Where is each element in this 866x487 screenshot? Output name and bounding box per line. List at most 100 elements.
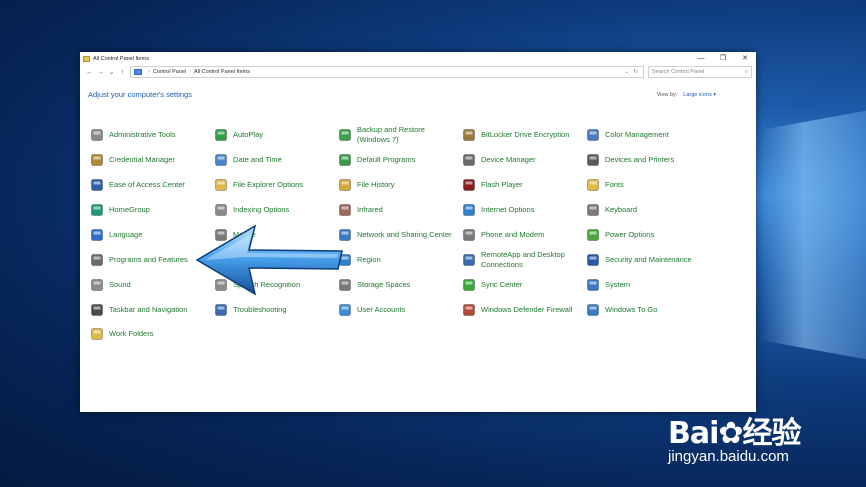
- item-label: File Explorer Options: [233, 180, 304, 189]
- programs-features-icon: [89, 253, 104, 268]
- item-label: Sync Center: [481, 280, 523, 289]
- item-label: Keyboard: [605, 205, 638, 214]
- control-panel-item[interactable]: Keyboard: [585, 198, 705, 222]
- control-panel-item[interactable]: Internet Options: [461, 198, 581, 222]
- item-label: Internet Options: [481, 205, 535, 214]
- view-by-label: View by:: [656, 91, 678, 98]
- search-input[interactable]: Search Control Panel ⌕: [648, 66, 752, 78]
- search-icon[interactable]: ⌕: [745, 69, 748, 76]
- item-label: Security and Maintenance: [605, 255, 692, 264]
- page-title: Adjust your computer's settings: [88, 90, 192, 99]
- control-panel-item[interactable]: Taskbar and Navigation: [89, 298, 209, 322]
- item-label: Taskbar and Navigation: [109, 305, 188, 314]
- item-label: User Accounts: [357, 305, 406, 314]
- credential-manager-icon: [89, 153, 104, 168]
- control-panel-item[interactable]: Device Manager: [461, 148, 581, 172]
- control-panel-item[interactable]: HomeGroup: [89, 198, 209, 222]
- control-panel-item[interactable]: Flash Player: [461, 173, 581, 197]
- control-panel-item[interactable]: Administrative Tools: [89, 123, 209, 147]
- watermark-url: jingyan.baidu.com: [668, 448, 789, 465]
- control-panel-item[interactable]: Sync Center: [461, 273, 581, 297]
- control-panel-item[interactable]: Color Management: [585, 123, 705, 147]
- item-label: Indexing Options: [233, 205, 290, 214]
- sound-icon: [89, 278, 104, 293]
- bitlocker-icon: [461, 128, 476, 143]
- control-panel-item[interactable]: Backup and Restore (Windows 7): [337, 123, 457, 147]
- recent-locations-chevron-icon[interactable]: ⌄: [106, 68, 117, 76]
- control-panel-item[interactable]: Work Folders: [89, 322, 209, 346]
- control-panel-item[interactable]: User Accounts: [337, 298, 457, 322]
- item-label: Programs and Features: [109, 255, 188, 264]
- title-bar: All Control Panel Items — ❐ ✕: [80, 52, 756, 65]
- item-label: Language: [109, 230, 143, 239]
- control-panel-item[interactable]: File Explorer Options: [213, 173, 333, 197]
- control-panel-item[interactable]: Sound: [89, 273, 209, 297]
- control-panel-item[interactable]: File History: [337, 173, 457, 197]
- control-panel-item[interactable]: Windows To Go: [585, 298, 705, 322]
- navigation-bar: ← → ⌄ ↑ › Control Panel › All Control Pa…: [80, 65, 756, 79]
- item-label: Devices and Printers: [605, 155, 675, 164]
- language-icon: [89, 228, 104, 243]
- address-dropdown-icon[interactable]: ⌄: [622, 69, 631, 75]
- breadcrumb-control-panel[interactable]: Control Panel: [153, 69, 186, 75]
- control-panel-item[interactable]: Region: [337, 248, 457, 272]
- color-management-icon: [585, 128, 600, 143]
- date-time-icon: [213, 153, 228, 168]
- item-label: HomeGroup: [109, 205, 150, 214]
- item-label: Network and Sharing Center: [357, 230, 452, 239]
- file-history-icon: [337, 178, 352, 193]
- close-button[interactable]: ✕: [734, 52, 756, 65]
- user-accounts-icon: [337, 303, 352, 318]
- control-panel-item[interactable]: Windows Defender Firewall: [461, 298, 581, 322]
- search-placeholder: Search Control Panel: [652, 69, 705, 75]
- minimize-button[interactable]: —: [690, 52, 712, 65]
- control-panel-item[interactable]: Indexing Options: [213, 198, 333, 222]
- flash-player-icon: [461, 178, 476, 193]
- control-panel-item[interactable]: Ease of Access Center: [89, 173, 209, 197]
- control-panel-item[interactable]: Devices and Printers: [585, 148, 705, 172]
- item-label: Work Folders: [109, 329, 154, 338]
- item-label: RemoteApp and Desktop Connections: [481, 250, 565, 269]
- refresh-icon[interactable]: ↻: [631, 69, 640, 75]
- item-label: Ease of Access Center: [109, 180, 185, 189]
- infrared-icon: [337, 203, 352, 218]
- remoteapp-icon: [461, 253, 476, 268]
- control-panel-item[interactable]: Language: [89, 223, 209, 247]
- forward-arrow-icon[interactable]: →: [95, 69, 106, 76]
- control-panel-item[interactable]: Phone and Modem: [461, 223, 581, 247]
- control-panel-item[interactable]: Troubleshooting: [213, 298, 333, 322]
- item-label: System: [605, 280, 631, 289]
- item-label: Fonts: [605, 180, 624, 189]
- item-label: Power Options: [605, 230, 655, 239]
- work-folders-icon: [89, 327, 104, 342]
- control-panel-item[interactable]: Fonts: [585, 173, 705, 197]
- view-by-dropdown[interactable]: Large icons ▾: [683, 92, 716, 98]
- control-panel-item[interactable]: Network and Sharing Center: [337, 223, 457, 247]
- address-bar[interactable]: › Control Panel › All Control Panel Item…: [130, 66, 644, 78]
- item-label: Date and Time: [233, 155, 282, 164]
- control-panel-item[interactable]: Storage Spaces: [337, 273, 457, 297]
- keyboard-icon: [585, 203, 600, 218]
- back-arrow-icon[interactable]: ←: [84, 69, 95, 76]
- control-panel-item[interactable]: AutoPlay: [213, 123, 333, 147]
- control-panel-item[interactable]: Date and Time: [213, 148, 333, 172]
- control-panel-item[interactable]: RemoteApp and Desktop Connections: [461, 248, 581, 272]
- up-arrow-icon[interactable]: ↑: [117, 69, 128, 76]
- pointer-arrow-icon: [195, 224, 343, 296]
- maximize-button[interactable]: ❐: [712, 52, 734, 65]
- desktop-light-beam: [760, 110, 866, 360]
- control-panel-item[interactable]: BitLocker Drive Encryption: [461, 123, 581, 147]
- control-panel-item[interactable]: Power Options: [585, 223, 705, 247]
- item-label: Infrared: [357, 205, 383, 214]
- control-panel-item[interactable]: Security and Maintenance: [585, 248, 705, 272]
- control-panel-item[interactable]: Credential Manager: [89, 148, 209, 172]
- breadcrumb-all-items[interactable]: All Control Panel Items: [194, 69, 250, 75]
- folder-icon: [83, 55, 90, 62]
- item-label: BitLocker Drive Encryption: [481, 130, 570, 139]
- homegroup-icon: [89, 203, 104, 218]
- sync-center-icon: [461, 278, 476, 293]
- control-panel-item[interactable]: Infrared: [337, 198, 457, 222]
- control-panel-item[interactable]: Programs and Features: [89, 248, 209, 272]
- control-panel-item[interactable]: System: [585, 273, 705, 297]
- control-panel-item[interactable]: Default Programs: [337, 148, 457, 172]
